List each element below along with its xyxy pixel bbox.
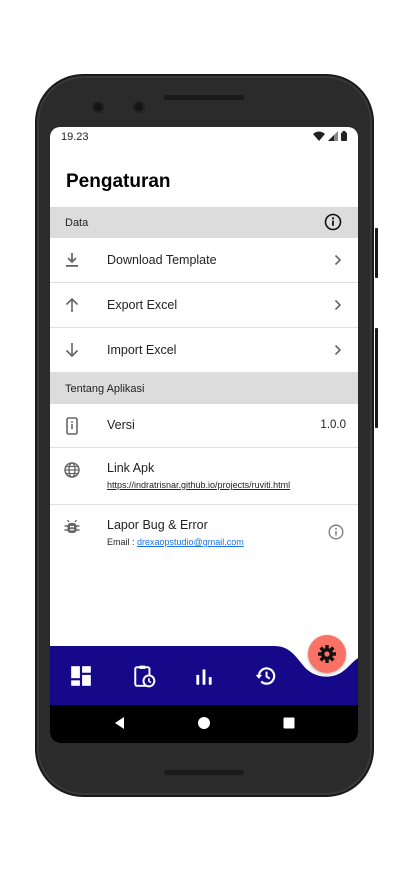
settings-fab[interactable] [308, 635, 346, 673]
front-sensor [133, 101, 145, 113]
clipboard-clock-icon[interactable] [132, 664, 156, 688]
version-value: 1.0.0 [320, 419, 346, 431]
home-icon[interactable] [197, 716, 211, 730]
bug-email-line: Email : drexaopstudio@gmail.com [107, 537, 244, 547]
menu-label-export-excel: Export Excel [107, 298, 178, 312]
link-label: Link Apk [107, 461, 155, 475]
recents-icon[interactable] [282, 716, 296, 730]
info-icon[interactable] [324, 213, 342, 231]
earpiece-speaker [164, 95, 244, 100]
about-item-link[interactable]: Link Apk https://indratrisnar.github.io/… [50, 448, 358, 505]
section-label-data: Data [65, 216, 89, 229]
battery-icon [341, 131, 347, 141]
front-camera [92, 101, 104, 113]
arrow-up-icon [65, 297, 79, 312]
download-icon [66, 253, 78, 267]
menu-item-download-template[interactable]: Download Template [50, 238, 358, 283]
apk-link[interactable]: https://indratrisnar.github.io/projects/… [107, 480, 290, 490]
bar-chart-icon[interactable] [192, 664, 216, 688]
version-label: Versi [107, 418, 135, 432]
chevron-right-icon [334, 299, 342, 311]
bottom-speaker [164, 770, 244, 775]
wifi-icon [313, 131, 325, 141]
bug-label: Lapor Bug & Error [107, 518, 208, 532]
status-icons [313, 131, 347, 141]
signal-icon [328, 131, 338, 141]
status-bar: 19.23 [50, 127, 358, 147]
gear-icon [318, 645, 336, 663]
page-title: Pengaturan [66, 171, 171, 192]
dashboard-icon[interactable] [69, 664, 93, 688]
section-header-about: Tentang Aplikasi [50, 373, 358, 404]
globe-icon [64, 462, 80, 478]
back-icon[interactable] [113, 716, 127, 730]
menu-label-download-template: Download Template [107, 253, 217, 267]
phone-info-icon [66, 417, 78, 435]
app-screen: 19.23 Pengaturan Data Download Template … [50, 127, 358, 743]
bug-icon [64, 519, 80, 533]
email-prefix: Email : [107, 537, 138, 547]
section-header-data: Data [50, 207, 358, 238]
status-time: 19.23 [61, 131, 89, 143]
menu-item-export-excel[interactable]: Export Excel [50, 283, 358, 328]
arrow-down-icon [65, 343, 79, 358]
about-item-bug-report[interactable]: Lapor Bug & Error Email : drexaopstudio@… [50, 505, 358, 562]
history-icon[interactable] [254, 664, 278, 688]
power-button [375, 228, 378, 278]
menu-label-import-excel: Import Excel [107, 343, 177, 357]
menu-item-import-excel[interactable]: Import Excel [50, 328, 358, 373]
about-item-version: Versi 1.0.0 [50, 404, 358, 448]
chevron-right-icon [334, 344, 342, 356]
info-outline-icon[interactable] [328, 524, 344, 540]
email-link[interactable]: drexaopstudio@gmail.com [137, 537, 244, 547]
volume-button [375, 328, 378, 428]
section-label-about: Tentang Aplikasi [65, 382, 145, 395]
system-nav-bar [50, 705, 358, 743]
chevron-right-icon [334, 254, 342, 266]
